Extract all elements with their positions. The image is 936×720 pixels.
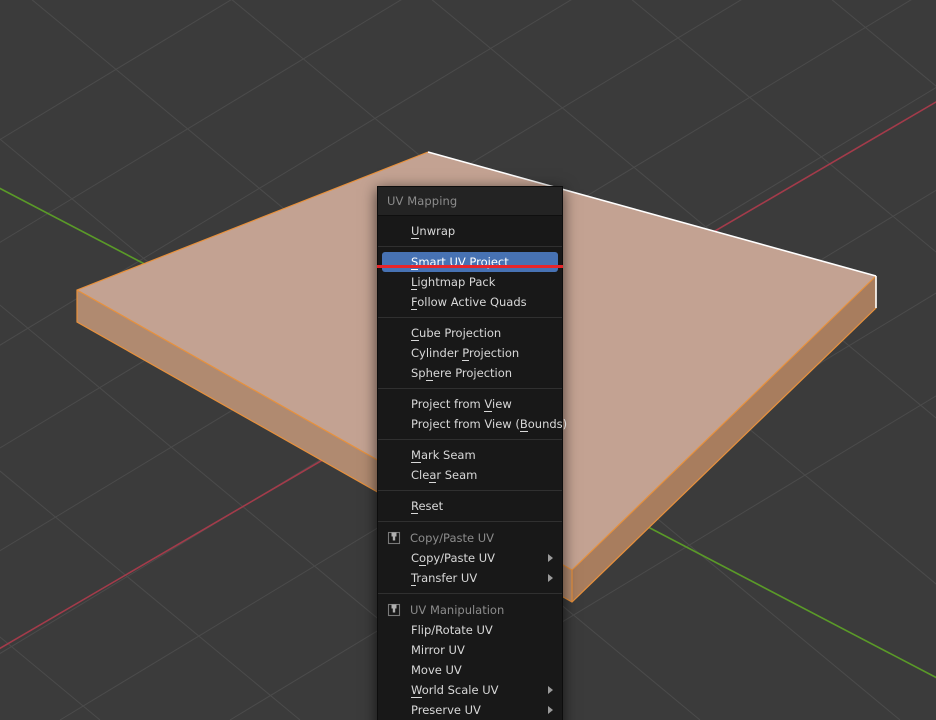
- menu-section-copy-paste-uv: Copy/Paste UV Copy/Paste UV Transfer UV: [378, 521, 562, 593]
- menu-item-label: Preserve UV: [411, 703, 481, 717]
- menu-item-cube-projection[interactable]: Cube Projection: [378, 323, 562, 343]
- addon-group-label: Copy/Paste UV: [410, 530, 495, 545]
- menu-section-seams: Mark Seam Clear Seam: [378, 439, 562, 490]
- menu-header: UV Mapping: [378, 187, 562, 216]
- menu-item-smart-uv-project[interactable]: Smart UV Project: [378, 252, 562, 272]
- menu-item-label: Follow Active Quads: [411, 295, 527, 310]
- menu-item-world-scale-uv[interactable]: World Scale UV: [378, 680, 562, 700]
- menu-item-label: Cylinder Projection: [411, 346, 520, 361]
- menu-item-clear-seam[interactable]: Clear Seam: [378, 465, 562, 485]
- menu-section-unwrap: Unwrap: [378, 216, 562, 246]
- menu-item-preserve-uv[interactable]: Preserve UV: [378, 700, 562, 720]
- menu-item-reset[interactable]: Reset: [378, 496, 562, 516]
- menu-section-project-from-view: Project from View Project from View (Bou…: [378, 388, 567, 439]
- menu-item-label: Clear Seam: [411, 468, 478, 483]
- menu-item-label: World Scale UV: [411, 683, 499, 698]
- menu-item-label: Unwrap: [411, 224, 456, 239]
- chevron-right-icon: [548, 686, 553, 694]
- addon-group-header-uv-manipulation: UV Manipulation: [378, 599, 562, 620]
- menu-item-label: Mark Seam: [411, 448, 476, 463]
- menu-item-project-from-view[interactable]: Project from View: [378, 394, 562, 414]
- menu-item-mark-seam[interactable]: Mark Seam: [378, 445, 562, 465]
- chevron-right-icon: [548, 554, 553, 562]
- menu-item-mirror-uv[interactable]: Mirror UV: [378, 640, 562, 660]
- menu-item-label: Mirror UV: [411, 643, 465, 657]
- menu-item-cylinder-projection[interactable]: Cylinder Projection: [378, 343, 562, 363]
- menu-item-label: Project from View: [411, 397, 512, 412]
- menu-item-follow-active-quads[interactable]: Follow Active Quads: [378, 292, 562, 312]
- menu-item-label: Transfer UV: [411, 571, 478, 586]
- menu-item-move-uv[interactable]: Move UV: [378, 660, 562, 680]
- copypaste-uv-addon-icon: [387, 531, 401, 545]
- menu-item-label: Sphere Projection: [411, 366, 513, 381]
- menu-item-label: Flip/Rotate UV: [411, 623, 493, 637]
- menu-title: UV Mapping: [387, 194, 458, 208]
- menu-item-label: Move UV: [411, 663, 462, 677]
- menu-item-unwrap[interactable]: Unwrap: [378, 221, 562, 241]
- menu-item-copy-paste-uv[interactable]: Copy/Paste UV: [378, 548, 562, 568]
- menu-item-label: Lightmap Pack: [411, 275, 496, 290]
- menu-section-projection-basic: Smart UV Project Lightmap Pack Follow Ac…: [378, 246, 562, 317]
- addon-group-header-copy-paste-uv: Copy/Paste UV: [378, 527, 562, 548]
- menu-item-label: Copy/Paste UV: [411, 551, 496, 566]
- uv-manipulation-addon-icon: [387, 603, 401, 617]
- chevron-right-icon: [548, 574, 553, 582]
- chevron-right-icon: [548, 706, 553, 714]
- menu-item-label: Project from View (Bounds): [411, 417, 568, 432]
- red-underline-highlight: [377, 265, 563, 268]
- menu-item-flip-rotate-uv[interactable]: Flip/Rotate UV: [378, 620, 562, 640]
- menu-section-reset: Reset: [378, 490, 562, 521]
- menu-item-lightmap-pack[interactable]: Lightmap Pack: [378, 272, 562, 292]
- menu-section-projections: Cube Projection Cylinder Projection Sphe…: [378, 317, 562, 388]
- menu-section-uv-manipulation: UV Manipulation Flip/Rotate UV Mirror UV…: [378, 593, 562, 720]
- screen: UV Mapping Unwrap Smart UV Project Light…: [0, 0, 936, 720]
- menu-item-transfer-uv[interactable]: Transfer UV: [378, 568, 562, 588]
- menu-item-label: Smart UV Project: [411, 255, 509, 270]
- addon-group-label: UV Manipulation: [410, 602, 505, 617]
- menu-item-label: Cube Projection: [411, 326, 502, 341]
- menu-item-label: Reset: [411, 499, 444, 514]
- menu-item-project-from-view-bounds[interactable]: Project from View (Bounds): [378, 414, 567, 434]
- menu-item-sphere-projection[interactable]: Sphere Projection: [378, 363, 562, 383]
